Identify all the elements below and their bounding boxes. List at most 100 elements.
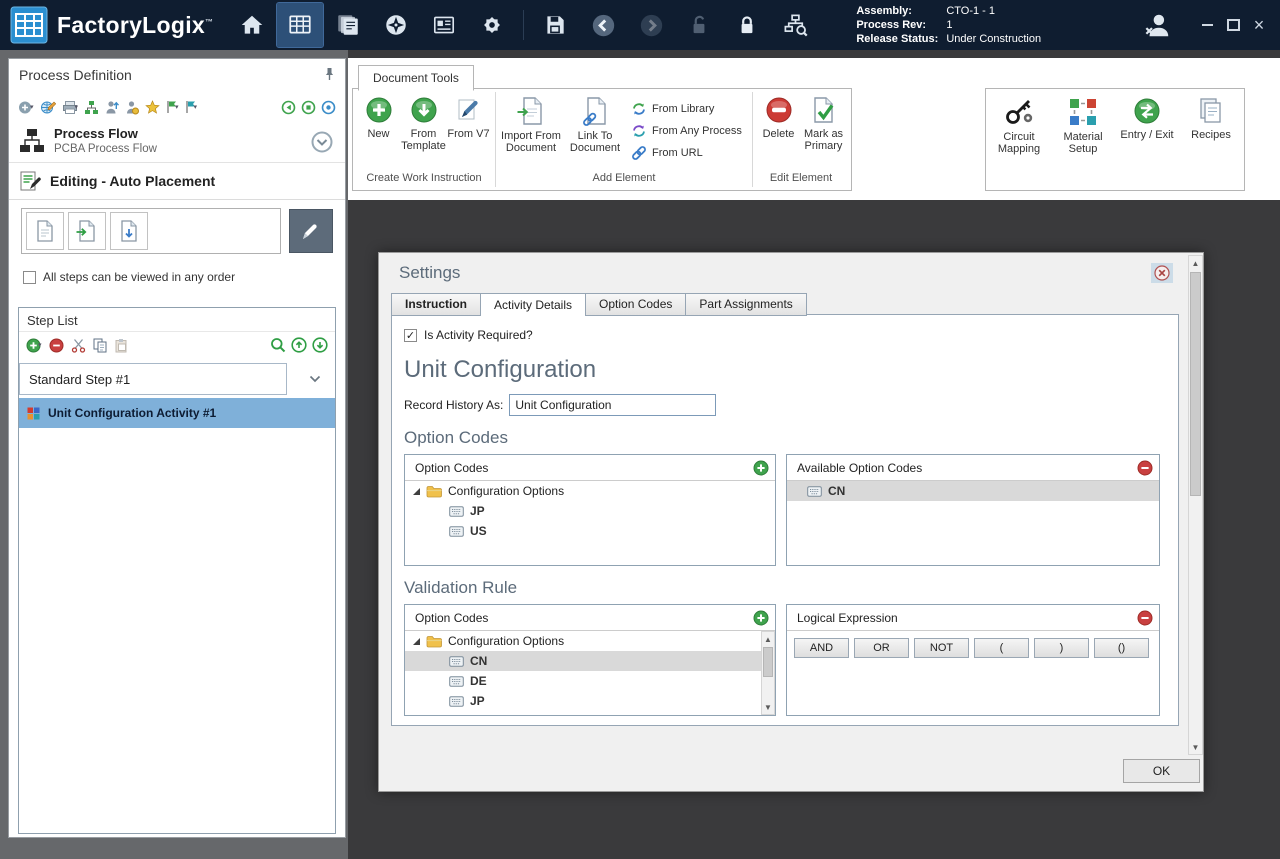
tree-expanded-icon[interactable]: [413, 488, 420, 495]
play-button[interactable]: [281, 100, 296, 115]
tab-instruction[interactable]: Instruction: [391, 293, 481, 316]
scroll-thumb[interactable]: [1190, 272, 1201, 496]
scroll-thumb[interactable]: [763, 647, 773, 677]
process-tree-button[interactable]: [84, 100, 99, 115]
print-button[interactable]: ▾: [62, 100, 79, 115]
or-button[interactable]: OR: [854, 638, 909, 658]
circuit-mapping-button[interactable]: Circuit Mapping: [988, 89, 1050, 190]
home-button[interactable]: [229, 3, 275, 47]
process-definition-button[interactable]: [277, 3, 323, 47]
new-document-button[interactable]: [26, 212, 64, 250]
certify-user-button[interactable]: [125, 100, 139, 115]
tree-node-jp[interactable]: JP: [405, 691, 761, 711]
tree-node-us[interactable]: US: [405, 521, 775, 541]
mark-as-primary-button[interactable]: Mark as Primary: [801, 94, 846, 172]
forward-button[interactable]: [628, 3, 674, 47]
step-list-toolbar: ▾: [19, 332, 335, 358]
from-v7-button[interactable]: From V7: [446, 94, 491, 172]
collapse-button[interactable]: [311, 131, 333, 153]
tree-node-configuration-options[interactable]: Configuration Options: [405, 481, 775, 501]
close-paren-button[interactable]: ): [1034, 638, 1089, 658]
navigator-button[interactable]: [373, 3, 419, 47]
import-document-button[interactable]: [68, 212, 106, 250]
web-edit-button[interactable]: [40, 99, 56, 115]
record-button[interactable]: [321, 100, 336, 115]
edit-instruction-button[interactable]: [289, 209, 333, 253]
template-document-button[interactable]: [110, 212, 148, 250]
tab-part-assignments[interactable]: Part Assignments: [685, 293, 806, 316]
process-search-button[interactable]: [772, 3, 818, 47]
move-step-down-button[interactable]: [312, 337, 328, 353]
from-url-button[interactable]: From URL: [631, 145, 742, 161]
paste-step-button[interactable]: [114, 338, 128, 353]
close-window-button[interactable]: ×: [1246, 12, 1272, 38]
star-button[interactable]: [145, 100, 160, 115]
unlock-button[interactable]: [676, 3, 722, 47]
logout-user-button[interactable]: [1134, 3, 1180, 47]
available-item-cn[interactable]: CN: [787, 481, 1159, 501]
dialog-close-button[interactable]: [1151, 263, 1173, 283]
open-paren-button[interactable]: (: [974, 638, 1029, 658]
tree-node-cn-selected[interactable]: CN: [405, 651, 761, 671]
new-instruction-button[interactable]: New: [356, 94, 401, 172]
tab-activity-details[interactable]: Activity Details: [480, 293, 586, 316]
scroll-up-button[interactable]: ▲: [762, 632, 774, 646]
minimize-button[interactable]: [1194, 12, 1220, 38]
record-history-input[interactable]: [509, 394, 716, 416]
link-to-document-button[interactable]: Link To Document: [563, 94, 627, 172]
stop-button[interactable]: [301, 100, 316, 115]
lock-button[interactable]: [724, 3, 770, 47]
entry-exit-button[interactable]: Entry / Exit: [1116, 89, 1178, 190]
paren-pair-button[interactable]: (): [1094, 638, 1149, 658]
maximize-button[interactable]: [1220, 12, 1246, 38]
remove-step-button[interactable]: [49, 338, 64, 353]
flag-teal-button[interactable]: ▾: [185, 100, 198, 114]
delete-element-button[interactable]: Delete: [756, 94, 801, 172]
activity-list-item-selected[interactable]: Unit Configuration Activity #1: [19, 398, 335, 428]
view-order-checkbox[interactable]: All steps can be viewed in any order: [23, 270, 345, 284]
ok-button[interactable]: OK: [1123, 759, 1200, 783]
tree-node-configuration-options[interactable]: Configuration Options: [405, 631, 761, 651]
zoom-steps-button[interactable]: [270, 337, 286, 353]
add-process-button[interactable]: ▾: [18, 100, 34, 115]
assign-user-button[interactable]: [105, 100, 119, 115]
tab-document-tools[interactable]: Document Tools: [358, 65, 474, 91]
pin-button[interactable]: [323, 67, 336, 81]
process-flow-row[interactable]: Process Flow PCBA Process Flow: [9, 119, 345, 163]
step-name-combo[interactable]: Standard Step #1: [19, 363, 287, 395]
scroll-up-button[interactable]: ▲: [1189, 256, 1202, 270]
flag-green-button[interactable]: ▾: [166, 100, 179, 114]
cut-step-button[interactable]: [71, 338, 86, 353]
save-button[interactable]: [532, 3, 578, 47]
and-button[interactable]: AND: [794, 638, 849, 658]
from-any-process-button[interactable]: From Any Process: [631, 123, 742, 139]
move-step-up-button[interactable]: [291, 337, 307, 353]
material-setup-button[interactable]: Material Setup: [1052, 89, 1114, 190]
import-from-document-button[interactable]: Import From Document: [499, 94, 563, 172]
back-button[interactable]: [580, 3, 626, 47]
news-button[interactable]: [421, 3, 467, 47]
tree-node-de[interactable]: DE: [405, 671, 761, 691]
settings-button[interactable]: [469, 3, 515, 47]
remove-option-code-button[interactable]: [1137, 460, 1153, 476]
add-option-code-button[interactable]: [753, 460, 769, 476]
layers-button[interactable]: [325, 3, 371, 47]
remove-from-expression-button[interactable]: [1137, 610, 1153, 626]
panel-toolbar-right: [281, 100, 336, 115]
step-expand-chevron[interactable]: [309, 375, 321, 383]
scroll-down-button[interactable]: ▼: [762, 700, 774, 714]
recipes-button[interactable]: Recipes: [1180, 89, 1242, 190]
validation-tree-scrollbar[interactable]: ▲ ▼: [761, 631, 775, 715]
scroll-down-button[interactable]: ▼: [1189, 740, 1202, 754]
not-button[interactable]: NOT: [914, 638, 969, 658]
is-activity-required-checkbox[interactable]: ✓ Is Activity Required?: [404, 328, 1178, 342]
copy-step-button[interactable]: [93, 338, 107, 353]
tree-expanded-icon[interactable]: [413, 638, 420, 645]
dialog-scrollbar[interactable]: ▲ ▼: [1188, 255, 1203, 755]
add-step-button[interactable]: ▾: [26, 338, 42, 353]
from-library-button[interactable]: From Library: [631, 101, 742, 117]
from-template-button[interactable]: From Template: [401, 94, 446, 172]
add-to-expression-button[interactable]: [753, 610, 769, 626]
tab-option-codes[interactable]: Option Codes: [585, 293, 686, 316]
tree-node-jp[interactable]: JP: [405, 501, 775, 521]
